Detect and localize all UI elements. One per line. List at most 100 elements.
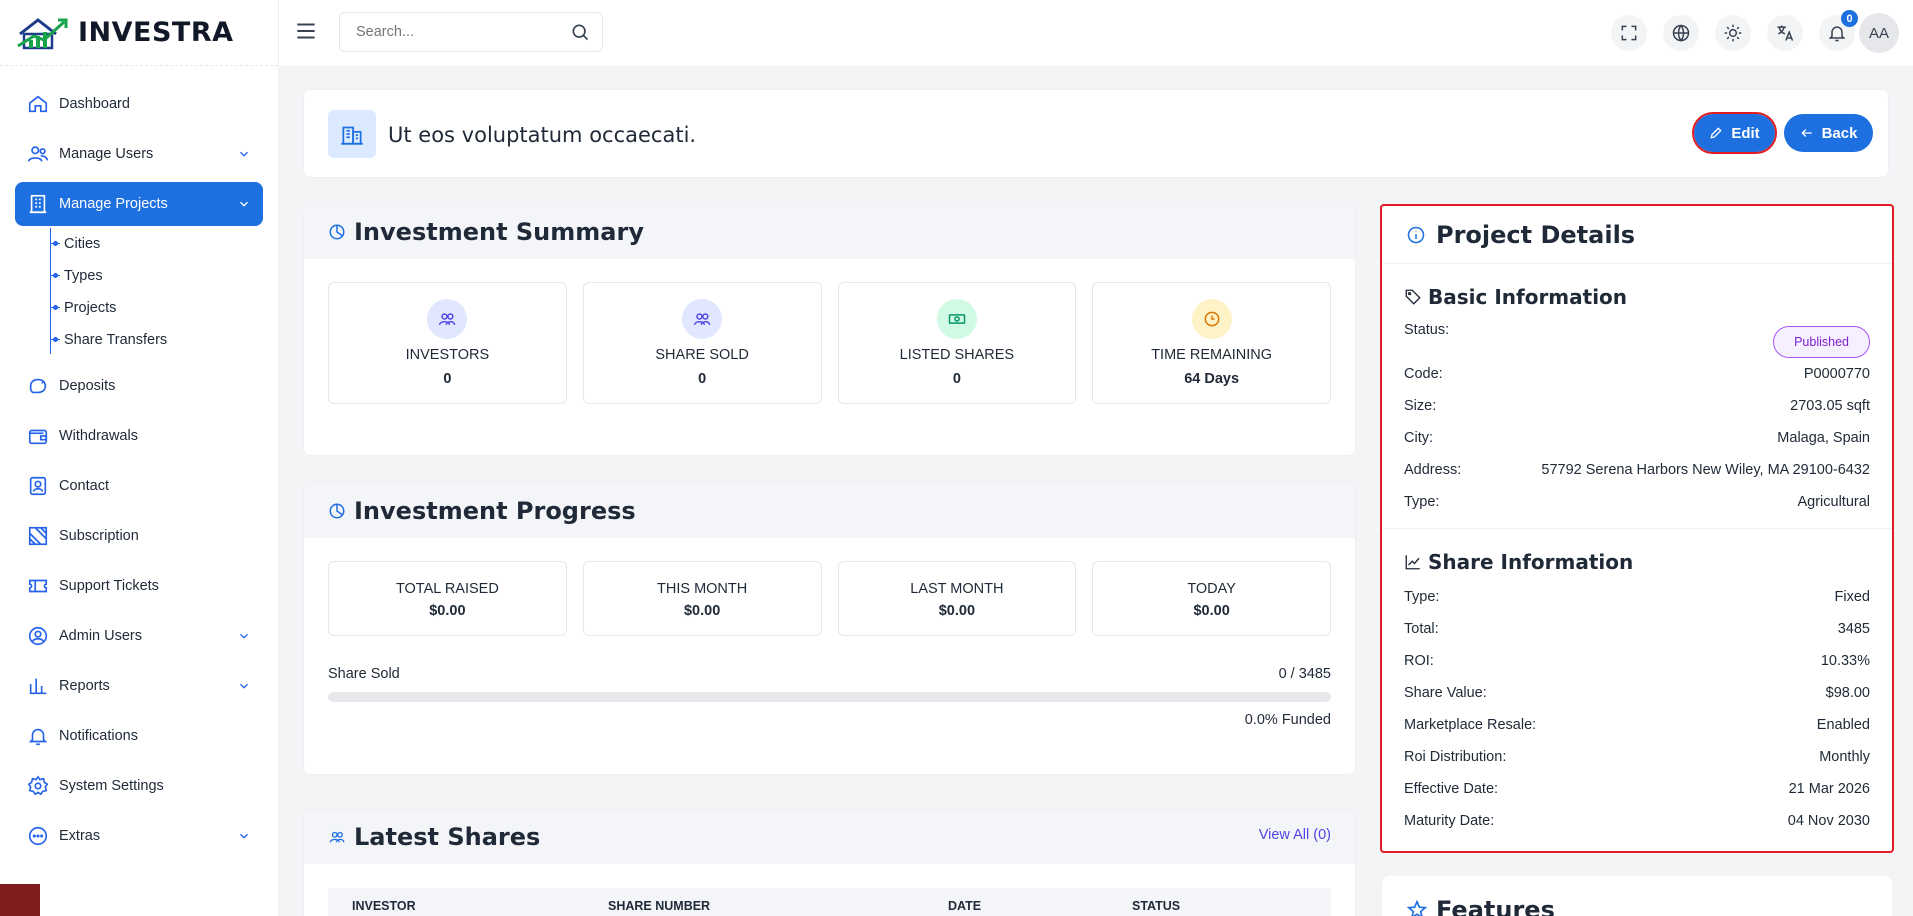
building-icon bbox=[29, 194, 47, 214]
sidebar-item-label: Dashboard bbox=[59, 96, 130, 112]
detail-value: Malaga, Spain bbox=[1777, 430, 1870, 446]
detail-label: City: bbox=[1404, 430, 1433, 446]
detail-value: 21 Mar 2026 bbox=[1788, 781, 1870, 797]
translate-button[interactable] bbox=[1767, 15, 1803, 51]
column-header[interactable]: DATE bbox=[924, 899, 1108, 913]
sidebar-item-withdrawals[interactable]: Withdrawals bbox=[15, 414, 263, 458]
sidebar-item-admin-users[interactable]: Admin Users bbox=[15, 614, 263, 658]
sidebar-item-system-settings[interactable]: System Settings bbox=[15, 764, 263, 808]
sidebar-item-reports[interactable]: Reports bbox=[15, 664, 263, 708]
detail-row-status: Status: Published bbox=[1404, 312, 1870, 358]
detail-row: Size: 2703.05 sqft bbox=[1404, 390, 1870, 422]
gear-icon bbox=[27, 775, 49, 796]
sidebar-item-label: Support Tickets bbox=[59, 578, 159, 594]
detail-row: Type: Fixed bbox=[1404, 581, 1870, 613]
stat-label: LAST MONTH bbox=[910, 581, 1004, 597]
sidebar-item-manage-projects[interactable]: Manage Projects bbox=[15, 182, 263, 226]
bell-icon bbox=[28, 728, 48, 746]
subscription-icon bbox=[28, 526, 48, 546]
detail-value: P0000770 bbox=[1803, 366, 1870, 382]
sidebar-item-label: Manage Projects bbox=[59, 196, 168, 212]
brand[interactable]: INVESTRA bbox=[0, 0, 278, 66]
stat-label: INVESTORS bbox=[405, 347, 490, 363]
theme-toggle-button[interactable] bbox=[1715, 15, 1751, 51]
panel-header: Project Details bbox=[1382, 206, 1892, 264]
detail-value: 04 Nov 2030 bbox=[1787, 813, 1870, 829]
project-building-icon bbox=[328, 110, 376, 158]
detail-label: Roi Distribution: bbox=[1404, 749, 1507, 765]
sidebar-item-label: Reports bbox=[59, 678, 110, 694]
detail-label: Type: bbox=[1404, 494, 1440, 510]
progress-bar bbox=[328, 692, 1331, 702]
logo-icon bbox=[17, 17, 68, 49]
chevron-down-icon bbox=[240, 683, 248, 689]
funded-percentage: 0.0% Funded bbox=[1244, 712, 1331, 728]
card-title: Investment Progress bbox=[354, 496, 636, 525]
detail-value: 2703.05 sqft bbox=[1790, 398, 1870, 414]
investment-summary-card: Investment Summary INVESTORS 0 SHARE SOL… bbox=[303, 203, 1356, 456]
topbar: 0 AA bbox=[279, 0, 1913, 66]
detail-value: 57792 Serena Harbors New Wiley, MA 29100… bbox=[1541, 462, 1870, 478]
detail-label: Code: bbox=[1404, 366, 1443, 382]
money-icon bbox=[936, 299, 977, 339]
detail-row: City: Malaga, Spain bbox=[1404, 422, 1870, 454]
sidebar-subitem-projects[interactable]: Projects bbox=[50, 292, 278, 324]
sidebar: INVESTRA Dashboard Manage Users Manage P… bbox=[0, 0, 279, 916]
sidebar-subitem-cities[interactable]: Cities bbox=[50, 228, 278, 260]
notifications-button[interactable]: 0 bbox=[1819, 10, 1858, 51]
search-input[interactable] bbox=[340, 13, 570, 51]
fullscreen-button[interactable] bbox=[1611, 15, 1647, 51]
sidebar-subitem-types[interactable]: Types bbox=[50, 260, 278, 292]
detail-row: Marketplace Resale: Enabled bbox=[1404, 709, 1870, 741]
sidebar-item-deposits[interactable]: Deposits bbox=[15, 364, 263, 408]
sidebar-item-label: Manage Users bbox=[59, 146, 154, 162]
ticket-icon bbox=[28, 579, 48, 593]
detail-value: $98.00 bbox=[1825, 685, 1870, 701]
stat-today: TODAY $0.00 bbox=[1092, 561, 1331, 636]
view-all-link[interactable]: View All (0) bbox=[1259, 827, 1331, 843]
chevron-down-icon bbox=[240, 201, 248, 207]
stat-value: $0.00 bbox=[683, 603, 721, 619]
debug-badge[interactable] bbox=[0, 884, 40, 916]
detail-label: Share Value: bbox=[1404, 685, 1487, 701]
hamburger-menu-icon[interactable] bbox=[293, 18, 319, 44]
sidebar-item-manage-users[interactable]: Manage Users bbox=[15, 132, 263, 176]
section-header: Share Information bbox=[1404, 549, 1870, 575]
detail-label: Status: bbox=[1404, 322, 1450, 338]
info-icon bbox=[1407, 226, 1425, 243]
sidebar-item-subscription[interactable]: Subscription bbox=[15, 514, 263, 558]
column-header[interactable]: SHARE NUMBER bbox=[584, 899, 924, 913]
stat-value: 64 Days bbox=[1184, 371, 1240, 387]
back-button-label: Back bbox=[1821, 124, 1858, 142]
share-information: Share Information Type: Fixed Total: 3485 … bbox=[1382, 549, 1892, 837]
detail-row: Share Value: $98.00 bbox=[1404, 677, 1870, 709]
column-header[interactable]: INVESTOR bbox=[328, 899, 584, 913]
users-icon bbox=[329, 831, 345, 843]
arrow-left-icon bbox=[1800, 129, 1812, 137]
stat-label: LISTED SHARES bbox=[899, 347, 1015, 363]
detail-label: Marketplace Resale: bbox=[1404, 717, 1537, 733]
dots-icon bbox=[28, 826, 48, 846]
sidebar-item-contact[interactable]: Contact bbox=[15, 464, 263, 508]
sidebar-subitem-share-transfers[interactable]: Share Transfers bbox=[50, 324, 278, 356]
detail-value: Monthly bbox=[1819, 749, 1870, 765]
features-card: Features bbox=[1382, 876, 1892, 916]
sidebar-item-dashboard[interactable]: Dashboard bbox=[15, 82, 263, 126]
edit-button[interactable]: Edit bbox=[1692, 112, 1777, 154]
sidebar-item-extras[interactable]: Extras bbox=[15, 814, 263, 858]
sidebar-item-notifications[interactable]: Notifications bbox=[15, 714, 263, 758]
detail-row: Address: 57792 Serena Harbors New Wiley, … bbox=[1404, 454, 1870, 486]
admin-icon bbox=[28, 626, 48, 646]
globe-icon bbox=[1672, 24, 1690, 42]
column-header[interactable]: STATUS bbox=[1108, 899, 1180, 913]
back-button[interactable]: Back bbox=[1784, 114, 1873, 152]
user-avatar[interactable]: AA bbox=[1859, 13, 1899, 53]
stat-share-sold: SHARE SOLD 0 bbox=[582, 282, 822, 404]
wallet-icon bbox=[28, 429, 48, 445]
chart-icon bbox=[29, 678, 47, 695]
star-icon bbox=[1406, 899, 1428, 916]
search-icon[interactable] bbox=[570, 22, 590, 42]
sidebar-item-support-tickets[interactable]: Support Tickets bbox=[15, 564, 263, 608]
language-button[interactable] bbox=[1663, 15, 1699, 51]
sidebar-item-label: Notifications bbox=[59, 728, 138, 744]
